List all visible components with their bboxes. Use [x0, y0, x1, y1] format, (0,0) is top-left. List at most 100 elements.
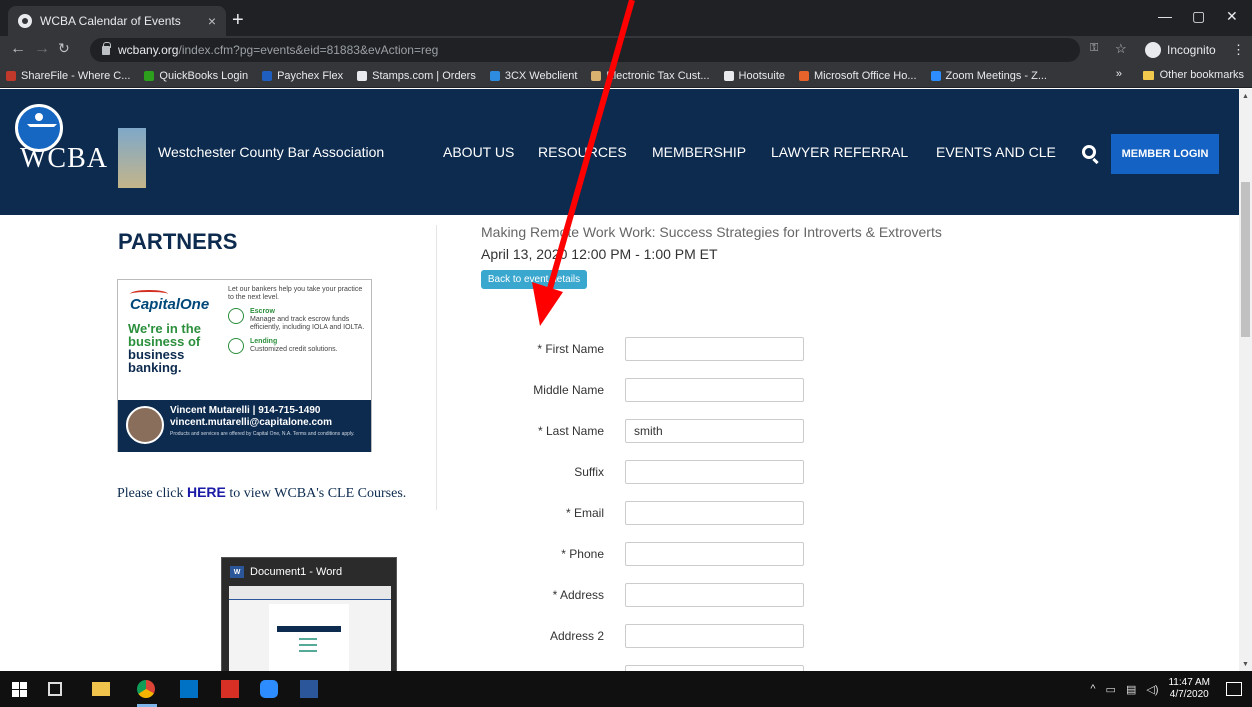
ad-tagline: Let our bankers help you take your pract… [228, 286, 363, 301]
escrow-icon [228, 308, 244, 324]
page-line [299, 644, 317, 646]
chrome-icon[interactable] [137, 680, 155, 698]
ad-contact-line: Vincent Mutarelli | 914-715-1490 [170, 405, 321, 416]
bookmark-item[interactable]: Hootsuite [723, 70, 785, 82]
ad-left-panel: CapitalOne We're in the business of busi… [118, 280, 223, 400]
nav-lawyer-referral[interactable]: LAWYER REFERRAL [771, 144, 908, 160]
forward-arrow-icon[interactable]: → [34, 40, 50, 58]
maximize-icon[interactable]: ▢ [1192, 8, 1205, 25]
preview-title-text: Document1 - Word [250, 566, 343, 578]
browser-tab[interactable]: WCBA Calendar of Events × [8, 6, 226, 36]
windows-start-icon[interactable] [12, 680, 30, 698]
bookmarks-bar: ShareFile - Where C... QuickBooks Login Pa… [0, 64, 1252, 88]
incognito-badge[interactable]: Incognito [1145, 40, 1216, 60]
bookmarks-overflow-icon[interactable]: » [1116, 68, 1122, 80]
tab-close-icon[interactable]: × [208, 13, 216, 29]
clock[interactable]: 11:47 AM 4/7/2020 [1168, 677, 1210, 701]
acrobat-icon[interactable] [221, 680, 239, 698]
nav-resources[interactable]: RESOURCES [538, 144, 627, 160]
bookmark-item[interactable]: Electronic Tax Cust... [591, 70, 710, 82]
minimize-icon[interactable]: — [1158, 8, 1172, 24]
ad-contact-email: vincent.mutarelli@capitalone.com [170, 417, 333, 428]
nav-membership[interactable]: MEMBERSHIP [652, 144, 746, 160]
form-field-input[interactable] [625, 542, 804, 566]
nav-events-and-cle[interactable]: EVENTS AND CLE [936, 144, 1056, 160]
browser-toolbar: ← → ↻ wcbany.org /index.cfm?pg=events&ei… [0, 36, 1252, 64]
page-scrollbar[interactable]: ▲ ▼ [1239, 89, 1252, 671]
bookmark-item[interactable]: QuickBooks Login [144, 70, 248, 82]
zoom-icon[interactable] [260, 680, 278, 698]
form-field-input[interactable] [625, 460, 804, 484]
scroll-down-icon[interactable]: ▼ [1242, 661, 1249, 668]
scroll-up-icon[interactable]: ▲ [1242, 93, 1249, 100]
nav-about-us[interactable]: ABOUT US [443, 144, 514, 160]
file-explorer-icon[interactable] [92, 682, 110, 696]
field-label: * Phone [561, 547, 604, 561]
bookmark-label: Zoom Meetings - Z... [945, 69, 1047, 82]
accessibility-icon[interactable] [15, 104, 63, 152]
back-arrow-icon[interactable]: ← [10, 40, 26, 58]
ad-right-panel: Let our bankers help you take your pract… [228, 286, 368, 354]
bookmark-favicon-icon [723, 70, 734, 81]
ad-brand: CapitalOne [130, 296, 210, 313]
form-field-input[interactable] [625, 501, 804, 525]
word-ribbon [229, 586, 391, 600]
word-taskbar-icon[interactable] [300, 680, 318, 698]
scrollbar-thumb[interactable] [1241, 182, 1250, 337]
kebab-menu-icon[interactable]: ⋮ [1232, 42, 1245, 58]
ad-contact-band: Vincent Mutarelli | 914-715-1490 vincent… [118, 400, 371, 452]
bookmark-item[interactable]: Stamps.com | Orders [357, 70, 476, 82]
new-tab-button[interactable]: + [232, 9, 244, 32]
cle-here-link[interactable]: HERE [187, 484, 226, 500]
volume-icon[interactable]: ◁) [1146, 683, 1158, 696]
form-field-input[interactable] [625, 337, 804, 361]
member-login-button[interactable]: MEMBER LOGIN [1111, 134, 1219, 174]
ad-slogan-line: banking. [128, 360, 182, 375]
tray-chevron-icon[interactable]: ^ [1090, 683, 1095, 695]
capital-one-ad[interactable]: CapitalOne We're in the business of busi… [117, 279, 372, 452]
bookmark-item[interactable]: ShareFile - Where C... [6, 70, 130, 82]
partners-heading: PARTNERS [118, 229, 238, 254]
reload-icon[interactable]: ↻ [58, 40, 70, 57]
star-icon[interactable]: ☆ [1115, 41, 1127, 57]
ad-feature-text: Manage and track escrow funds efficientl… [250, 316, 365, 331]
form-field-input[interactable] [625, 419, 804, 443]
form-field-input[interactable] [625, 378, 804, 402]
key-icon[interactable]: ⚿ [1090, 42, 1098, 55]
bookmark-item[interactable]: Zoom Meetings - Z... [930, 69, 1047, 82]
url-host: wcbany.org [118, 43, 179, 57]
bookmark-label: 3CX Webclient [504, 69, 578, 82]
address-bar[interactable]: wcbany.org /index.cfm?pg=events&eid=8188… [90, 38, 1080, 62]
bookmark-favicon-icon [144, 70, 155, 81]
outlook-icon[interactable] [180, 680, 198, 698]
search-icon[interactable] [1082, 145, 1096, 159]
cle-prefix: Please click [117, 486, 187, 501]
ad-feature-title: Lending [250, 338, 278, 345]
battery-icon[interactable]: ▭ [1106, 683, 1116, 696]
word-taskbar-preview[interactable]: W Document1 - Word [221, 557, 397, 681]
bookmark-favicon-icon [799, 70, 810, 81]
ad-feature-text: Customized credit solutions. [250, 346, 338, 353]
incognito-icon [1145, 42, 1161, 58]
contact-photo [126, 406, 164, 444]
bookmark-item[interactable]: 3CX Webclient [489, 69, 578, 82]
other-bookmarks[interactable]: Other bookmarks [1142, 69, 1244, 81]
browser-tab-bar: WCBA Calendar of Events × + — ▢ ✕ [0, 0, 1252, 36]
preview-thumbnail [229, 586, 391, 676]
back-to-event-details-button[interactable]: Back to event details [481, 270, 587, 289]
form-field-input[interactable] [625, 583, 804, 607]
task-view-icon[interactable] [48, 682, 62, 696]
lock-icon [102, 41, 111, 55]
bookmark-label: Microsoft Office Ho... [814, 69, 917, 82]
ad-feature-lending: Lending Customized credit solutions. [228, 338, 368, 354]
network-icon[interactable]: ▤ [1126, 683, 1136, 696]
close-window-icon[interactable]: ✕ [1226, 8, 1238, 25]
notification-icon[interactable] [1226, 682, 1242, 696]
event-title: Making Remote Work Work: Success Strateg… [481, 224, 942, 240]
incognito-label: Incognito [1167, 43, 1216, 57]
bookmark-item[interactable]: Paychex Flex [262, 70, 343, 82]
lending-icon [228, 338, 244, 354]
bookmark-item[interactable]: Microsoft Office Ho... [799, 70, 917, 82]
form-field-input[interactable] [625, 624, 804, 648]
other-bookmarks-label: Other bookmarks [1159, 69, 1244, 81]
